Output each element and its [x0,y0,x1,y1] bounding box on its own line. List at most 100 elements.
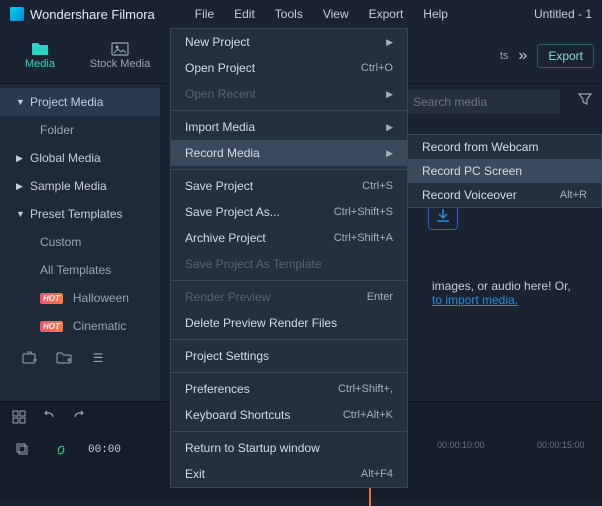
menu-item: Save Project As Template [171,251,407,277]
record-media-submenu: Record from Webcam Record PC Screen Record… [407,134,602,208]
submenu-item[interactable]: Record PC Screen [408,159,601,183]
sidebar-item-halloween[interactable]: HOTHalloween [0,284,160,312]
sidebar-item-sample-media[interactable]: ▶Sample Media [0,172,160,200]
filter-icon[interactable] [578,92,592,109]
chevron-right-icon[interactable]: » [518,47,527,65]
menu-item-label: Open Project [185,61,255,75]
separator [171,339,407,340]
redo-icon[interactable] [72,410,86,427]
sidebar-actions: ☰ [0,340,160,366]
menu-item[interactable]: Save Project As...Ctrl+Shift+S [171,199,407,225]
submenu-arrow-icon: ▶ [386,148,393,159]
sidebar-item-project-media[interactable]: ▼Project Media [0,88,160,116]
separator [171,431,407,432]
menu-item[interactable]: ExitAlt+F4 [171,461,407,487]
menu-item-label: Project Settings [185,349,269,363]
sidebar-item-folder[interactable]: Folder [0,116,160,144]
sidebar-item-preset-templates[interactable]: ▼Preset Templates [0,200,160,228]
menu-item[interactable]: Delete Preview Render Files [171,310,407,336]
file-menu-dropdown: New Project▶ Open Project Ctrl+O Open Recen… [170,28,408,488]
menu-item[interactable]: Return to Startup window [171,435,407,461]
separator [171,169,407,170]
menu-item[interactable]: Save Project Ctrl+S [171,173,407,199]
shortcut: Ctrl+Shift+A [334,232,393,244]
grid-icon[interactable] [12,410,26,427]
menu-item[interactable]: New Project▶ [171,29,407,55]
copy-icon[interactable] [12,439,34,461]
caret-right-icon: ▶ [16,153,24,164]
menu-tools[interactable]: Tools [265,3,313,25]
menu-item[interactable]: Import Media▶ [171,114,407,140]
sidebar-item-custom[interactable]: Custom [0,228,160,256]
shortcut: Ctrl+S [362,180,393,192]
hot-badge: HOT [40,321,63,332]
export-button[interactable]: Export [537,44,594,68]
dropzone-text: images, or audio here! Or, to import med… [432,279,571,307]
title-bar: Wondershare Filmora File Edit Tools View… [0,0,602,28]
search-bar [405,90,566,114]
submenu-arrow-icon: ▶ [386,37,393,48]
ruler-tick: 00:00:15:00 [537,440,585,450]
import-link[interactable]: to import media. [432,293,518,307]
menu-item-label: Save Project As Template [185,257,322,271]
undo-icon[interactable] [42,410,56,427]
menu-item[interactable]: Record Media ▶ [171,140,407,166]
submenu-item-label: Record PC Screen [422,164,522,178]
menu-item: Open Recent▶ [171,81,407,107]
menu-item[interactable]: Archive Project Ctrl+Shift+A [171,225,407,251]
submenu-item-label: Record Voiceover [422,188,517,202]
menu-item-label: Preferences [185,382,250,396]
media-tabs: Media Stock Media [0,36,160,76]
shortcut: Ctrl+Shift+S [334,206,393,218]
submenu-item-label: Record from Webcam [422,140,538,154]
menu-item-label: Return to Startup window [185,441,320,455]
submenu-arrow-icon: ▶ [386,89,393,100]
sidebar-item-cinematic[interactable]: HOTCinematic [0,312,160,340]
caret-down-icon: ▼ [16,97,24,107]
shortcut: Ctrl+O [361,62,393,74]
hot-badge: HOT [40,293,63,304]
caret-right-icon: ▶ [16,181,24,192]
menu-item: Render Preview Enter [171,284,407,310]
folder-icon [31,42,49,56]
partial-text: ts [500,50,509,62]
shortcut: Enter [367,291,393,303]
options-icon[interactable]: ☰ [90,350,106,366]
link-icon[interactable] [50,439,72,461]
app-logo-icon [10,7,24,21]
tab-media[interactable]: Media [0,36,80,76]
search-input[interactable] [405,90,560,114]
shortcut: Ctrl+Shift+, [338,383,393,395]
image-icon [111,42,129,56]
menu-item-label: Save Project [185,179,253,193]
menu-view[interactable]: View [313,3,359,25]
menu-item-label: Record Media [185,146,260,160]
submenu-item[interactable]: Record Voiceover Alt+R [408,183,601,207]
menu-item-label: Render Preview [185,290,270,304]
submenu-item[interactable]: Record from Webcam [408,135,601,159]
menu-item[interactable]: Preferences Ctrl+Shift+, [171,376,407,402]
ruler-tick: 00:00:10:00 [437,440,485,450]
menu-item-label: Keyboard Shortcuts [185,408,290,422]
menu-file[interactable]: File [185,3,224,25]
add-media-icon[interactable] [22,350,38,366]
tab-stock-media[interactable]: Stock Media [80,36,160,76]
app-name: Wondershare Filmora [30,7,155,22]
menu-item[interactable]: Keyboard ShortcutsCtrl+Alt+K [171,402,407,428]
sidebar-item-global-media[interactable]: ▶Global Media [0,144,160,172]
menu-export[interactable]: Export [359,3,414,25]
shortcut: Alt+F4 [361,468,393,480]
menu-edit[interactable]: Edit [224,3,265,25]
separator [171,280,407,281]
menu-item-label: Import Media [185,120,255,134]
menu-help[interactable]: Help [413,3,458,25]
timecode: 00:00 [88,444,121,456]
menu-item[interactable]: Open Project Ctrl+O [171,55,407,81]
menu-item-label: Archive Project [185,231,266,245]
sidebar-item-all-templates[interactable]: All Templates [0,256,160,284]
sidebar: ▼Project Media Folder ▶Global Media ▶Sam… [0,84,160,401]
menu-item[interactable]: Project Settings [171,343,407,369]
tab-label: Media [25,58,55,70]
new-folder-icon[interactable] [56,350,72,366]
shortcut: Alt+R [560,189,587,201]
